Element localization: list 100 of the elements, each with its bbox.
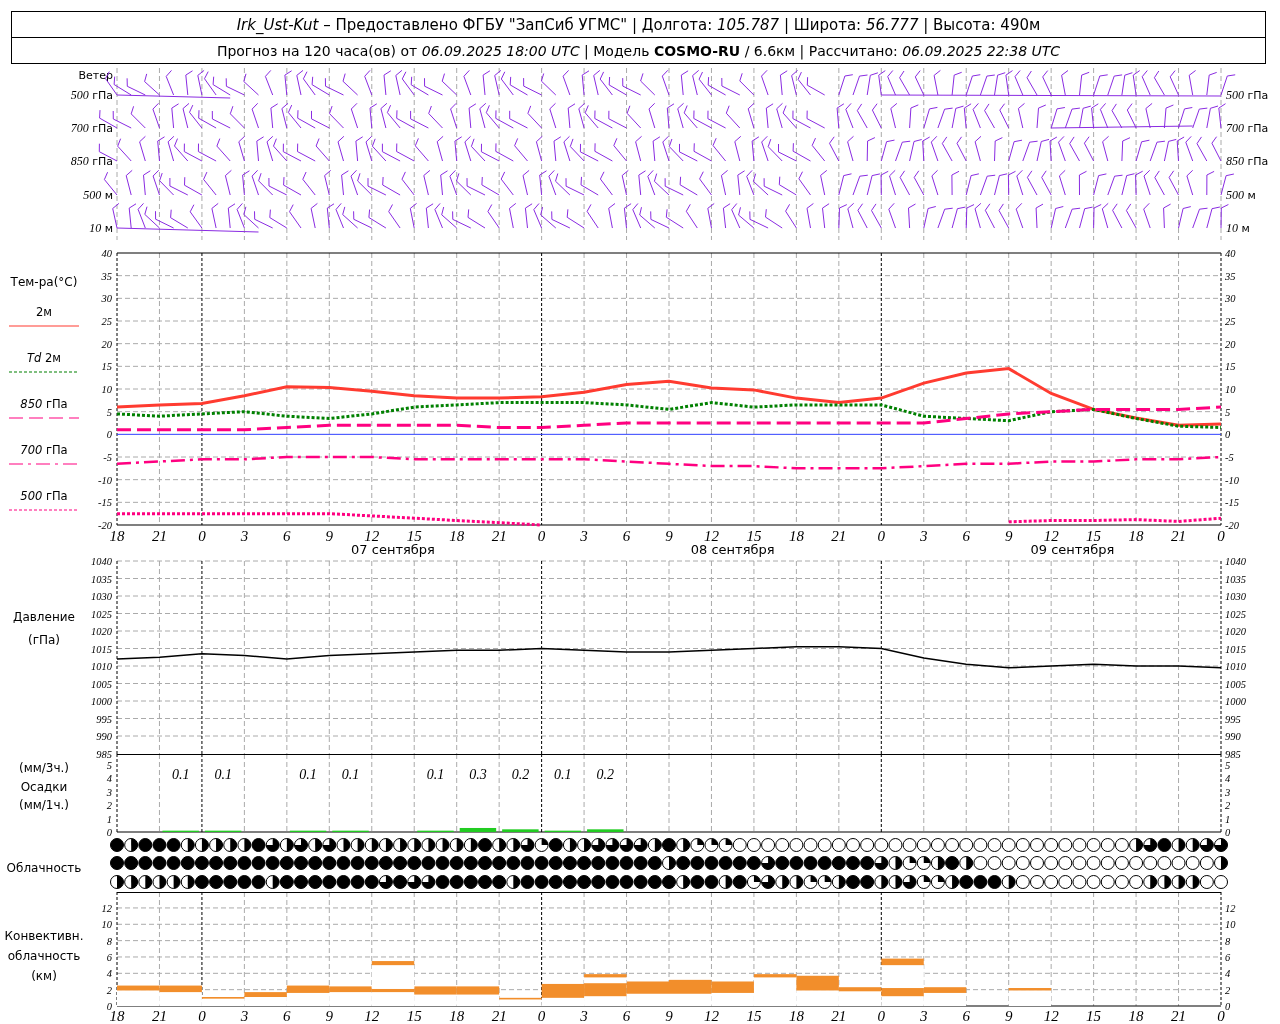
axis-label: 0	[1225, 827, 1231, 838]
axis-label: 21	[831, 528, 847, 544]
axis-label: 15	[1086, 528, 1102, 544]
axis-label: 8	[1225, 935, 1231, 947]
date-label: 07 сентября	[351, 542, 435, 557]
axis-label: 30	[101, 293, 112, 305]
axis-label: 6	[106, 951, 112, 963]
axis-label: 5	[106, 760, 112, 771]
axis-label: 10	[1225, 384, 1236, 395]
axis-label: 8	[106, 935, 112, 947]
legend-label: 500 гПа	[20, 489, 68, 503]
axis-label: 990	[1225, 731, 1241, 742]
axis-label: 1	[106, 813, 112, 825]
axis-label: 1040	[91, 556, 112, 567]
axis-label: -20	[1225, 520, 1239, 531]
panel-title: Облачность	[6, 860, 82, 876]
axis-label: 12	[101, 902, 112, 914]
axis-label: 1015	[1225, 643, 1246, 655]
legend-label: Td 2м	[27, 351, 61, 365]
axis-label: 1	[1225, 813, 1231, 825]
axis-label: 2	[1225, 800, 1231, 812]
axis-label: 6	[962, 1008, 970, 1024]
value-label: 0.1	[299, 767, 317, 782]
level-label: 10 м	[89, 221, 113, 235]
panel-title: облачность	[7, 948, 81, 965]
value-label: 0.1	[554, 767, 572, 782]
axis-label: 21	[1171, 1008, 1187, 1024]
axis-label: 1015	[91, 643, 112, 655]
axis-label: 15	[406, 1008, 422, 1024]
value-label: 0.1	[426, 767, 445, 782]
axis-label: 9	[1004, 528, 1013, 544]
axis-label: -10	[1225, 474, 1239, 486]
axis-label: 18	[1128, 1008, 1144, 1024]
axis-label: 0	[1217, 1008, 1225, 1024]
axis-label: 1030	[1225, 591, 1246, 602]
legend-label: 2м	[36, 305, 52, 319]
axis-label: 5	[1225, 406, 1231, 418]
axis-label: 985	[1225, 748, 1241, 760]
level-label: 850 гПа	[70, 154, 113, 168]
level-label: 850 гПа	[1226, 154, 1269, 168]
panel-title: Тем-ра(°C)	[10, 274, 78, 290]
axis-label: 12	[703, 1008, 719, 1024]
axis-label: 6	[283, 1008, 291, 1024]
axis-label: 0	[1225, 1001, 1231, 1012]
axis-label: 6	[1225, 951, 1231, 963]
axis-label: 10	[1225, 919, 1236, 931]
axis-label: 1005	[91, 678, 112, 690]
axis-label: 3	[106, 786, 112, 798]
axis-label: 6	[622, 1008, 631, 1024]
panel-title: (гПа)	[27, 632, 60, 649]
axis-label: 3	[240, 1008, 249, 1024]
axis-label: 1000	[1225, 696, 1246, 707]
axis-label: 2	[1225, 984, 1231, 996]
axis-label: 1025	[1225, 608, 1246, 620]
axis-label: 21	[151, 528, 167, 544]
axis-label: 3	[1225, 786, 1231, 798]
header-text: Irk_Ust-Kut – Предоставлено ФГБУ "ЗапСиб УГМС" | Долгота: 105.787 | Широта: 56.777 | Высота: 490м	[236, 15, 1041, 34]
level-label: 500 гПа	[70, 88, 113, 102]
axis-label: 25	[101, 316, 112, 327]
axis-label: 6	[283, 528, 291, 544]
axis-label: 15	[746, 528, 762, 544]
axis-label: 21	[831, 1008, 847, 1024]
axis-label: -10	[98, 474, 112, 486]
axis-label: 990	[96, 731, 112, 742]
axis-label: 18	[788, 1008, 804, 1024]
axis-label: 15	[406, 528, 422, 544]
axis-label: 0	[877, 1008, 886, 1024]
axis-label: -15	[98, 497, 112, 509]
axis-label: 4	[1225, 773, 1231, 785]
axis-label: 3	[580, 1008, 588, 1024]
axis-label: 1030	[91, 591, 112, 602]
panel-title: Давление	[13, 609, 75, 626]
axis-label: 9	[665, 528, 673, 544]
axis-label: 0	[537, 528, 546, 544]
axis-label: 1020	[1225, 626, 1246, 637]
axis-label: 3	[240, 528, 249, 544]
axis-label: 995	[1225, 713, 1241, 725]
axis-label: 0	[1217, 528, 1225, 544]
axis-label: 25	[1225, 316, 1236, 327]
axis-label: 9	[1004, 1008, 1013, 1024]
legend-label: 850 гПа	[20, 397, 68, 411]
axis-label: 35	[101, 270, 112, 282]
axis-label: 4	[106, 773, 112, 785]
axis-label: 0	[537, 1008, 546, 1024]
legend-label: 700 гПа	[20, 443, 68, 457]
axis-label: -5	[103, 452, 112, 463]
axis-label: 18	[109, 1008, 125, 1024]
level-label: 700 гПа	[70, 121, 113, 135]
axis-label: 18	[449, 528, 465, 544]
value-label: 0.1	[171, 767, 190, 782]
value-label: 0.1	[341, 767, 360, 782]
panel-title: Осадки	[20, 778, 68, 796]
axis-label: 5	[106, 406, 112, 418]
axis-label: 21	[151, 1008, 167, 1024]
axis-label: 9	[665, 1008, 673, 1024]
axis-label: 9	[325, 528, 334, 544]
axis-label: 21	[491, 1008, 507, 1024]
axis-label: 1005	[1225, 678, 1246, 690]
axis-label: 3	[920, 528, 928, 544]
panel-title: Конвективн.	[4, 928, 84, 945]
